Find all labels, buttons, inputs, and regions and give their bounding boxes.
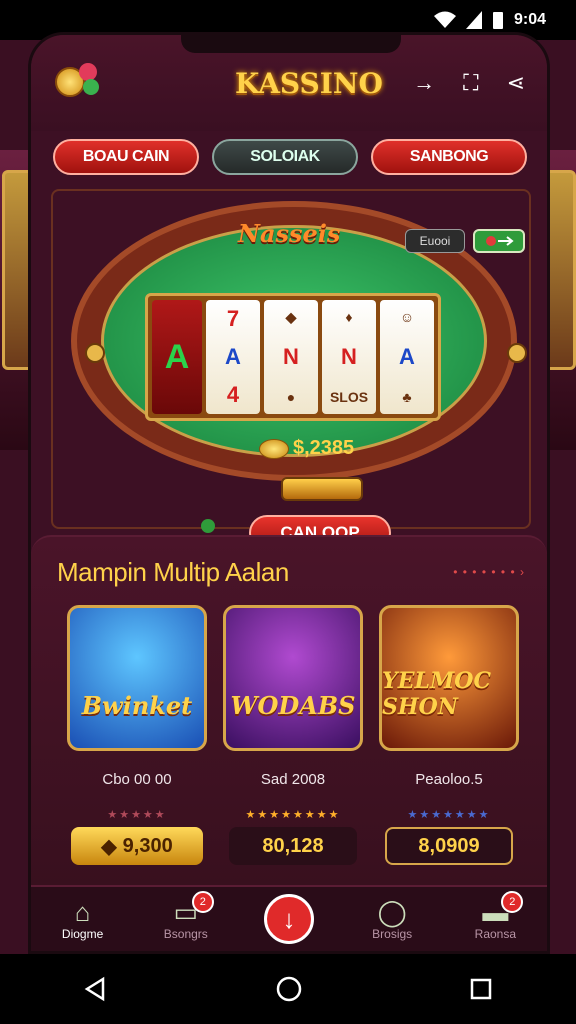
reel-side: A: [152, 300, 202, 414]
game-card[interactable]: Bwinket Cbo 00 00 ★★★★★ ◆ 9,300: [67, 605, 207, 865]
bottom-nav: ⌂ Diogme ▭ 2 Bsongrs ↓ ◯ Brosigs ▬ 2 Rao…: [31, 885, 547, 951]
toggle-pill[interactable]: [473, 229, 525, 253]
tab-1[interactable]: BOAU CAIN: [53, 139, 199, 175]
tab-row: BOAU CAIN SOLOIAK SANBONG: [31, 131, 547, 175]
back-icon[interactable]: [83, 976, 109, 1002]
app-title: KASSINO: [235, 66, 383, 100]
status-dot: [201, 519, 215, 533]
game-rating: ★★★★★: [107, 809, 167, 821]
tab-3[interactable]: SANBONG: [371, 139, 527, 175]
phone-notch: [181, 35, 401, 53]
slot-table: Nasseis Euooi A 7A4 ◆ N ● ♦ N SLOS ☺ A ♣ $,238…: [51, 189, 531, 551]
notification-badge: 2: [191, 891, 214, 913]
notification-badge: 2: [501, 891, 524, 913]
balance-pill[interactable]: Euooi: [405, 229, 465, 253]
table-knob-right: [507, 343, 527, 363]
game-thumbnail[interactable]: Bwinket: [67, 605, 207, 751]
signal-icon: [465, 11, 482, 29]
game-price-button[interactable]: 80,128: [229, 827, 357, 865]
status-time: 9:04: [513, 11, 546, 28]
game-price-button[interactable]: 8,0909: [385, 827, 513, 865]
arrow-right-icon[interactable]: →: [413, 70, 435, 96]
share-icon[interactable]: ⋖: [507, 70, 525, 96]
game-price-button[interactable]: ◆ 9,300: [71, 827, 203, 865]
logo-icon: [53, 61, 105, 105]
home-icon: ⌂: [74, 897, 91, 927]
coin-icon: [259, 438, 289, 459]
games-title: Mampin Multip Aalan: [57, 557, 289, 587]
app-header: KASSINO → ⛶ ⋖: [31, 35, 547, 131]
reel-2: ◆ N ●: [264, 300, 318, 414]
game-thumbnail[interactable]: WODABS: [223, 605, 363, 751]
home-circle-icon[interactable]: [275, 975, 303, 1003]
battery-icon: [492, 12, 503, 29]
game-card[interactable]: YELMOC SHON Peaoloo.5 ★★★★★★★ 8,0909: [379, 605, 519, 865]
game-rating: ★★★★★★★★: [245, 809, 341, 821]
coin-count: $,2385: [259, 437, 354, 460]
game-thumbnail[interactable]: YELMOC SHON: [379, 605, 519, 751]
nav-cards[interactable]: ▭ 2 Bsongrs: [146, 891, 226, 941]
game-name: Cbo 00 00: [102, 771, 172, 788]
see-more-link[interactable]: • • • • • • • ›: [453, 565, 525, 579]
arrow-toggle-icon: [486, 236, 514, 246]
coin-icon: ◆: [101, 835, 117, 858]
slot-reels[interactable]: A 7A4 ◆ N ● ♦ N SLOS ☺ A ♣: [145, 293, 441, 421]
bet-slot: [281, 477, 363, 501]
nav-center[interactable]: ↓: [249, 894, 329, 944]
nav-home[interactable]: ⌂ Diogme: [43, 897, 123, 941]
phone-frame: KASSINO → ⛶ ⋖ BOAU CAIN SOLOIAK SANBONG …: [28, 32, 550, 954]
wifi-icon: [433, 11, 456, 28]
reel-1: 7A4: [206, 300, 260, 414]
recents-icon[interactable]: [469, 977, 493, 1001]
reel-4: ☺ A ♣: [380, 300, 434, 414]
game-name: Peaoloo.5: [415, 771, 483, 788]
game-card[interactable]: WODABS Sad 2008 ★★★★★★★★ 80,128: [223, 605, 363, 865]
coin-amount: $,2385: [293, 437, 355, 459]
reel-label: SLOS: [329, 388, 369, 405]
chat-icon: ◯: [377, 897, 407, 927]
download-icon[interactable]: ↓: [263, 894, 314, 944]
game-name: Sad 2008: [260, 771, 326, 788]
game-rating: ★★★★★★★: [407, 809, 491, 821]
nav-gift[interactable]: ▬ 2 Raonsa: [455, 891, 535, 941]
tab-2[interactable]: SOLOIAK: [212, 139, 358, 175]
table-knob-left: [85, 343, 105, 363]
games-panel: Mampin Multip Aalan • • • • • • • › Bwin…: [31, 535, 547, 891]
nav-chat[interactable]: ◯ Brosigs: [352, 897, 432, 941]
fullscreen-icon[interactable]: ⛶: [463, 70, 478, 96]
table-title: Nasseis: [238, 219, 341, 248]
system-nav-bar: [0, 954, 576, 1024]
reel-3: ♦ N SLOS: [322, 300, 376, 414]
